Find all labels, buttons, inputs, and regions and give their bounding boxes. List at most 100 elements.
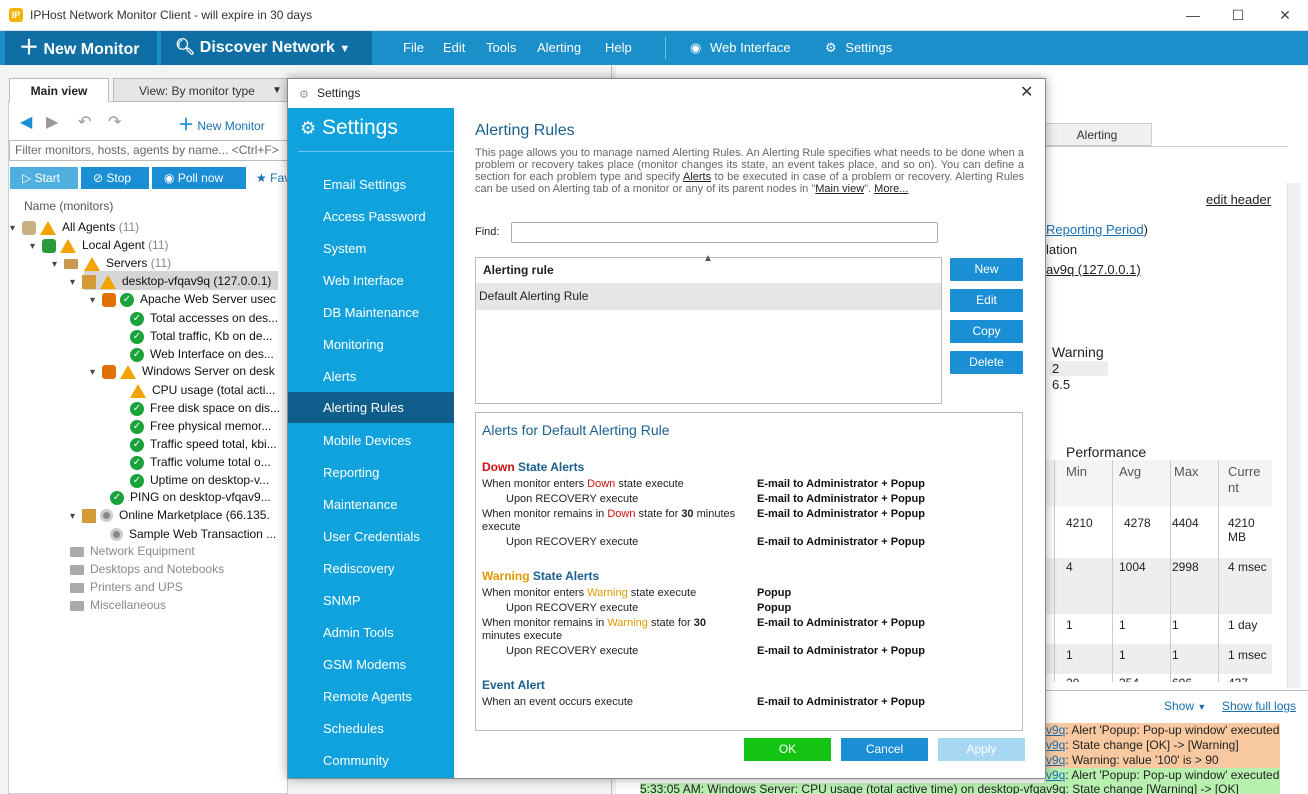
sidebar-item-user-credentials[interactable]: User Credentials [288, 521, 454, 552]
alert-action[interactable]: E-mail to Administrator + Popup [757, 617, 925, 629]
find-input[interactable] [511, 222, 938, 243]
dialog-close-button[interactable]: ✕ [1020, 82, 1033, 102]
minimize-button[interactable]: — [1178, 4, 1208, 26]
tree-node-traffic-volume[interactable]: ✓ Traffic volume total o... [130, 455, 271, 470]
main-view-link[interactable]: Main view [815, 183, 864, 195]
close-window-button[interactable]: ✕ [1270, 4, 1300, 26]
sidebar-item-web-interface[interactable]: Web Interface [288, 265, 454, 296]
sidebar-item-admin-tools[interactable]: Admin Tools [288, 617, 454, 648]
right-scrollbar[interactable] [1287, 183, 1301, 688]
favorites-button[interactable]: ★ Fav [256, 171, 290, 185]
menu-tools[interactable]: Tools [486, 31, 516, 65]
settings-button[interactable]: ⚙ Settings [825, 31, 892, 65]
filter-input[interactable]: Filter monitors, hosts, agents by name..… [9, 140, 289, 161]
undo-icon[interactable]: ↶ [78, 112, 91, 132]
tree-node-apache[interactable]: ▾ ✓ Apache Web Server usec [90, 292, 276, 307]
show-full-logs-link[interactable]: Show full logs [1222, 699, 1296, 713]
tree-node-free-memory[interactable]: ✓ Free physical memor... [130, 419, 271, 434]
forward-arrow-icon[interactable]: ▶ [46, 112, 58, 132]
tree-node-uptime[interactable]: ✓ Uptime on desktop-v... [130, 473, 269, 488]
sidebar-item-snmp[interactable]: SNMP [288, 585, 454, 616]
sidebar-item-rediscovery[interactable]: Rediscovery [288, 553, 454, 584]
log-host-link[interactable]: v9q [1046, 768, 1065, 782]
alerts-link[interactable]: Alerts [683, 171, 711, 183]
sidebar-item-alerts[interactable]: Alerts [288, 361, 454, 392]
host-link[interactable]: av9q (127.0.0.1) [1046, 262, 1141, 277]
sidebar-item-remote-agents[interactable]: Remote Agents [288, 681, 454, 712]
discover-network-button[interactable]: 🔍︎ Discover Network ▼ [161, 31, 372, 65]
tree-node-windows-server[interactable]: ▾ Windows Server on desk [90, 364, 275, 379]
alert-action[interactable]: E-mail to Administrator + Popup [757, 508, 925, 520]
sidebar-item-monitoring[interactable]: Monitoring [288, 329, 454, 360]
log-host-link[interactable]: v9q [1046, 723, 1065, 737]
sidebar-item-access-password[interactable]: Access Password [288, 201, 454, 232]
maximize-button[interactable]: ☐ [1223, 4, 1253, 26]
new-monitor-button[interactable]: ＋ New Monitor [5, 31, 157, 65]
sidebar-item-alerting-rules[interactable]: Alerting Rules [288, 392, 454, 423]
menu-alerting[interactable]: Alerting [537, 31, 581, 65]
cancel-button[interactable]: Cancel [841, 738, 928, 761]
sidebar-item-community[interactable]: Community [288, 745, 454, 776]
sidebar-item-mobile-devices[interactable]: Mobile Devices [288, 425, 454, 456]
tab-main-view[interactable]: Main view [9, 78, 109, 102]
tree-node-online-marketplace[interactable]: ▾ Online Marketplace (66.135. [70, 508, 270, 523]
tree-node-miscellaneous[interactable]: Miscellaneous [70, 598, 166, 612]
tree-node-local-agent[interactable]: ▾ Local Agent (11) [30, 238, 169, 253]
tab-alerting[interactable]: Alerting [1042, 123, 1152, 146]
tree-node-total-accesses[interactable]: ✓ Total accesses on des... [130, 311, 278, 326]
alert-action[interactable]: E-mail to Administrator + Popup [757, 645, 925, 657]
column-header-name[interactable]: Name (monitors) [24, 199, 113, 213]
tree-node-printers[interactable]: Printers and UPS [70, 580, 183, 594]
back-arrow-icon[interactable]: ◀ [20, 112, 32, 132]
web-interface-button[interactable]: ◉ Web Interface [690, 31, 791, 65]
copy-rule-button[interactable]: Copy [950, 320, 1023, 343]
sidebar-item-gsm-modems[interactable]: GSM Modems [288, 649, 454, 680]
tree-node-traffic-speed[interactable]: ✓ Traffic speed total, kbi... [130, 437, 277, 452]
tree-node-sample-web-transaction[interactable]: Sample Web Transaction ... [110, 527, 276, 542]
alert-action[interactable]: E-mail to Administrator + Popup [757, 696, 925, 708]
new-rule-button[interactable]: New [950, 258, 1023, 281]
show-dropdown[interactable]: Show ▼ [1164, 699, 1206, 713]
sidebar-item-reporting[interactable]: Reporting [288, 457, 454, 488]
tree-node-network-equipment[interactable]: Network Equipment [70, 544, 195, 558]
alert-action[interactable]: E-mail to Administrator + Popup [757, 493, 925, 505]
start-button[interactable]: ▷ Start [10, 167, 78, 189]
reporting-period-link[interactable]: Reporting Period [1046, 222, 1144, 237]
stop-button[interactable]: ⊘ Stop [81, 167, 149, 189]
tree-node-desktop-host[interactable]: ▾ desktop-vfqav9q (127.0.0.1) [70, 274, 271, 289]
edit-rule-button[interactable]: Edit [950, 289, 1023, 312]
tree-node-total-traffic[interactable]: ✓ Total traffic, Kb on de... [130, 329, 273, 344]
log-host-link[interactable]: v9q [1046, 753, 1065, 767]
delete-rule-button[interactable]: Delete [950, 351, 1023, 374]
alert-action[interactable]: E-mail to Administrator + Popup [757, 478, 925, 490]
menu-help[interactable]: Help [605, 31, 632, 65]
tree-node-ping[interactable]: ✓ PING on desktop-vfqav9... [110, 490, 271, 505]
alert-action[interactable]: E-mail to Administrator + Popup [757, 536, 925, 548]
list-item[interactable]: Default Alerting Rule [476, 283, 941, 310]
apply-button[interactable]: Apply [938, 738, 1025, 761]
tree-node-all-agents[interactable]: ▾ All Agents (11) [10, 220, 139, 235]
tab-view-by-monitor-type[interactable]: View: By monitor type ▼ [113, 78, 288, 102]
log-host-link[interactable]: v9q [1046, 738, 1065, 752]
tree-node-servers[interactable]: ▾ Servers (11) [52, 256, 171, 271]
tree-node-cpu-usage[interactable]: CPU usage (total acti... [130, 383, 275, 398]
tree-node-free-disk[interactable]: ✓ Free disk space on dis... [130, 401, 280, 416]
sidebar-item-maintenance[interactable]: Maintenance [288, 489, 454, 520]
poll-now-button[interactable]: ◉ Poll now [152, 167, 246, 189]
tree-node-desktops[interactable]: Desktops and Notebooks [70, 562, 224, 576]
sidebar-item-email-settings[interactable]: Email Settings [288, 169, 454, 200]
sidebar-item-db-maintenance[interactable]: DB Maintenance [288, 297, 454, 328]
menu-file[interactable]: File [403, 31, 424, 65]
menu-edit[interactable]: Edit [443, 31, 465, 65]
ok-button[interactable]: OK [744, 738, 831, 761]
edit-header-link[interactable]: edit header [1206, 192, 1271, 207]
more-link[interactable]: More... [874, 183, 908, 195]
left-new-monitor-button[interactable]: ＋ New Monitor [178, 111, 265, 135]
redo-icon[interactable]: ↷ [108, 112, 121, 132]
alert-action[interactable]: Popup [757, 587, 791, 599]
tree-node-web-interface[interactable]: ✓ Web Interface on des... [130, 347, 274, 362]
column-header-alerting-rule[interactable]: Alerting rule [483, 263, 554, 277]
sidebar-item-system[interactable]: System [288, 233, 454, 264]
sidebar-item-schedules[interactable]: Schedules [288, 713, 454, 744]
alert-action[interactable]: Popup [757, 602, 791, 614]
